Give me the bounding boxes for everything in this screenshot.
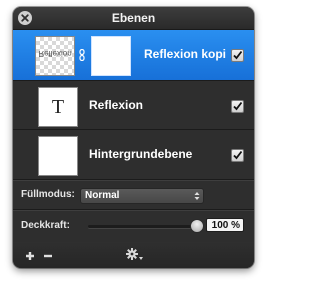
layer-row-hintergrundebene[interactable]: Hintergrundebene — [13, 130, 254, 180]
updown-arrows-icon — [194, 192, 200, 200]
layer-mask-thumbnail[interactable] — [91, 36, 131, 76]
layer-name: Reflexion kopi — [144, 47, 227, 61]
checkmark-icon — [233, 50, 243, 60]
gear-icon[interactable] — [126, 248, 144, 262]
thumbnail-text: Reflexion — [38, 49, 72, 58]
close-icon[interactable] — [18, 11, 32, 25]
opacity-label: Deckkraft: — [21, 220, 70, 231]
minus-icon[interactable] — [43, 251, 53, 261]
title-bar[interactable]: Ebenen — [13, 7, 254, 30]
window-title: Ebenen — [111, 11, 156, 25]
layer-row-reflexion-kopie[interactable]: Reflexion Reflexion kopi — [13, 30, 254, 80]
opacity-slider-thumb[interactable] — [190, 219, 204, 233]
opacity-field[interactable]: 100 % — [206, 218, 244, 232]
layer-thumbnail: Reflexion — [35, 36, 75, 76]
visibility-checkbox[interactable] — [231, 100, 244, 113]
layer-thumbnail: T — [38, 87, 78, 127]
layer-thumbnail — [38, 136, 78, 176]
bottom-toolbar — [13, 242, 254, 268]
text-layer-icon: T — [51, 96, 65, 118]
checkmark-icon — [233, 101, 243, 111]
layer-name: Hintergrundebene — [89, 147, 193, 161]
layer-row-reflexion[interactable]: T Reflexion — [13, 81, 254, 131]
layer-name: Reflexion — [89, 98, 144, 112]
opacity-slider-track[interactable] — [88, 225, 200, 228]
checkmark-icon — [233, 150, 243, 160]
visibility-checkbox[interactable] — [231, 149, 244, 162]
blend-mode-value: Normal — [85, 190, 120, 201]
plus-icon[interactable] — [25, 251, 35, 261]
section-divider-highlight — [13, 210, 254, 211]
list-divider-highlight — [13, 180, 254, 181]
link-icon[interactable] — [79, 49, 85, 61]
blend-mode-select[interactable]: Normal — [80, 188, 204, 204]
blend-mode-label: Füllmodus: — [21, 189, 75, 200]
visibility-checkbox[interactable] — [231, 49, 244, 62]
layers-panel: Ebenen Reflexion Reflexion kopi T Reflex… — [13, 7, 254, 268]
